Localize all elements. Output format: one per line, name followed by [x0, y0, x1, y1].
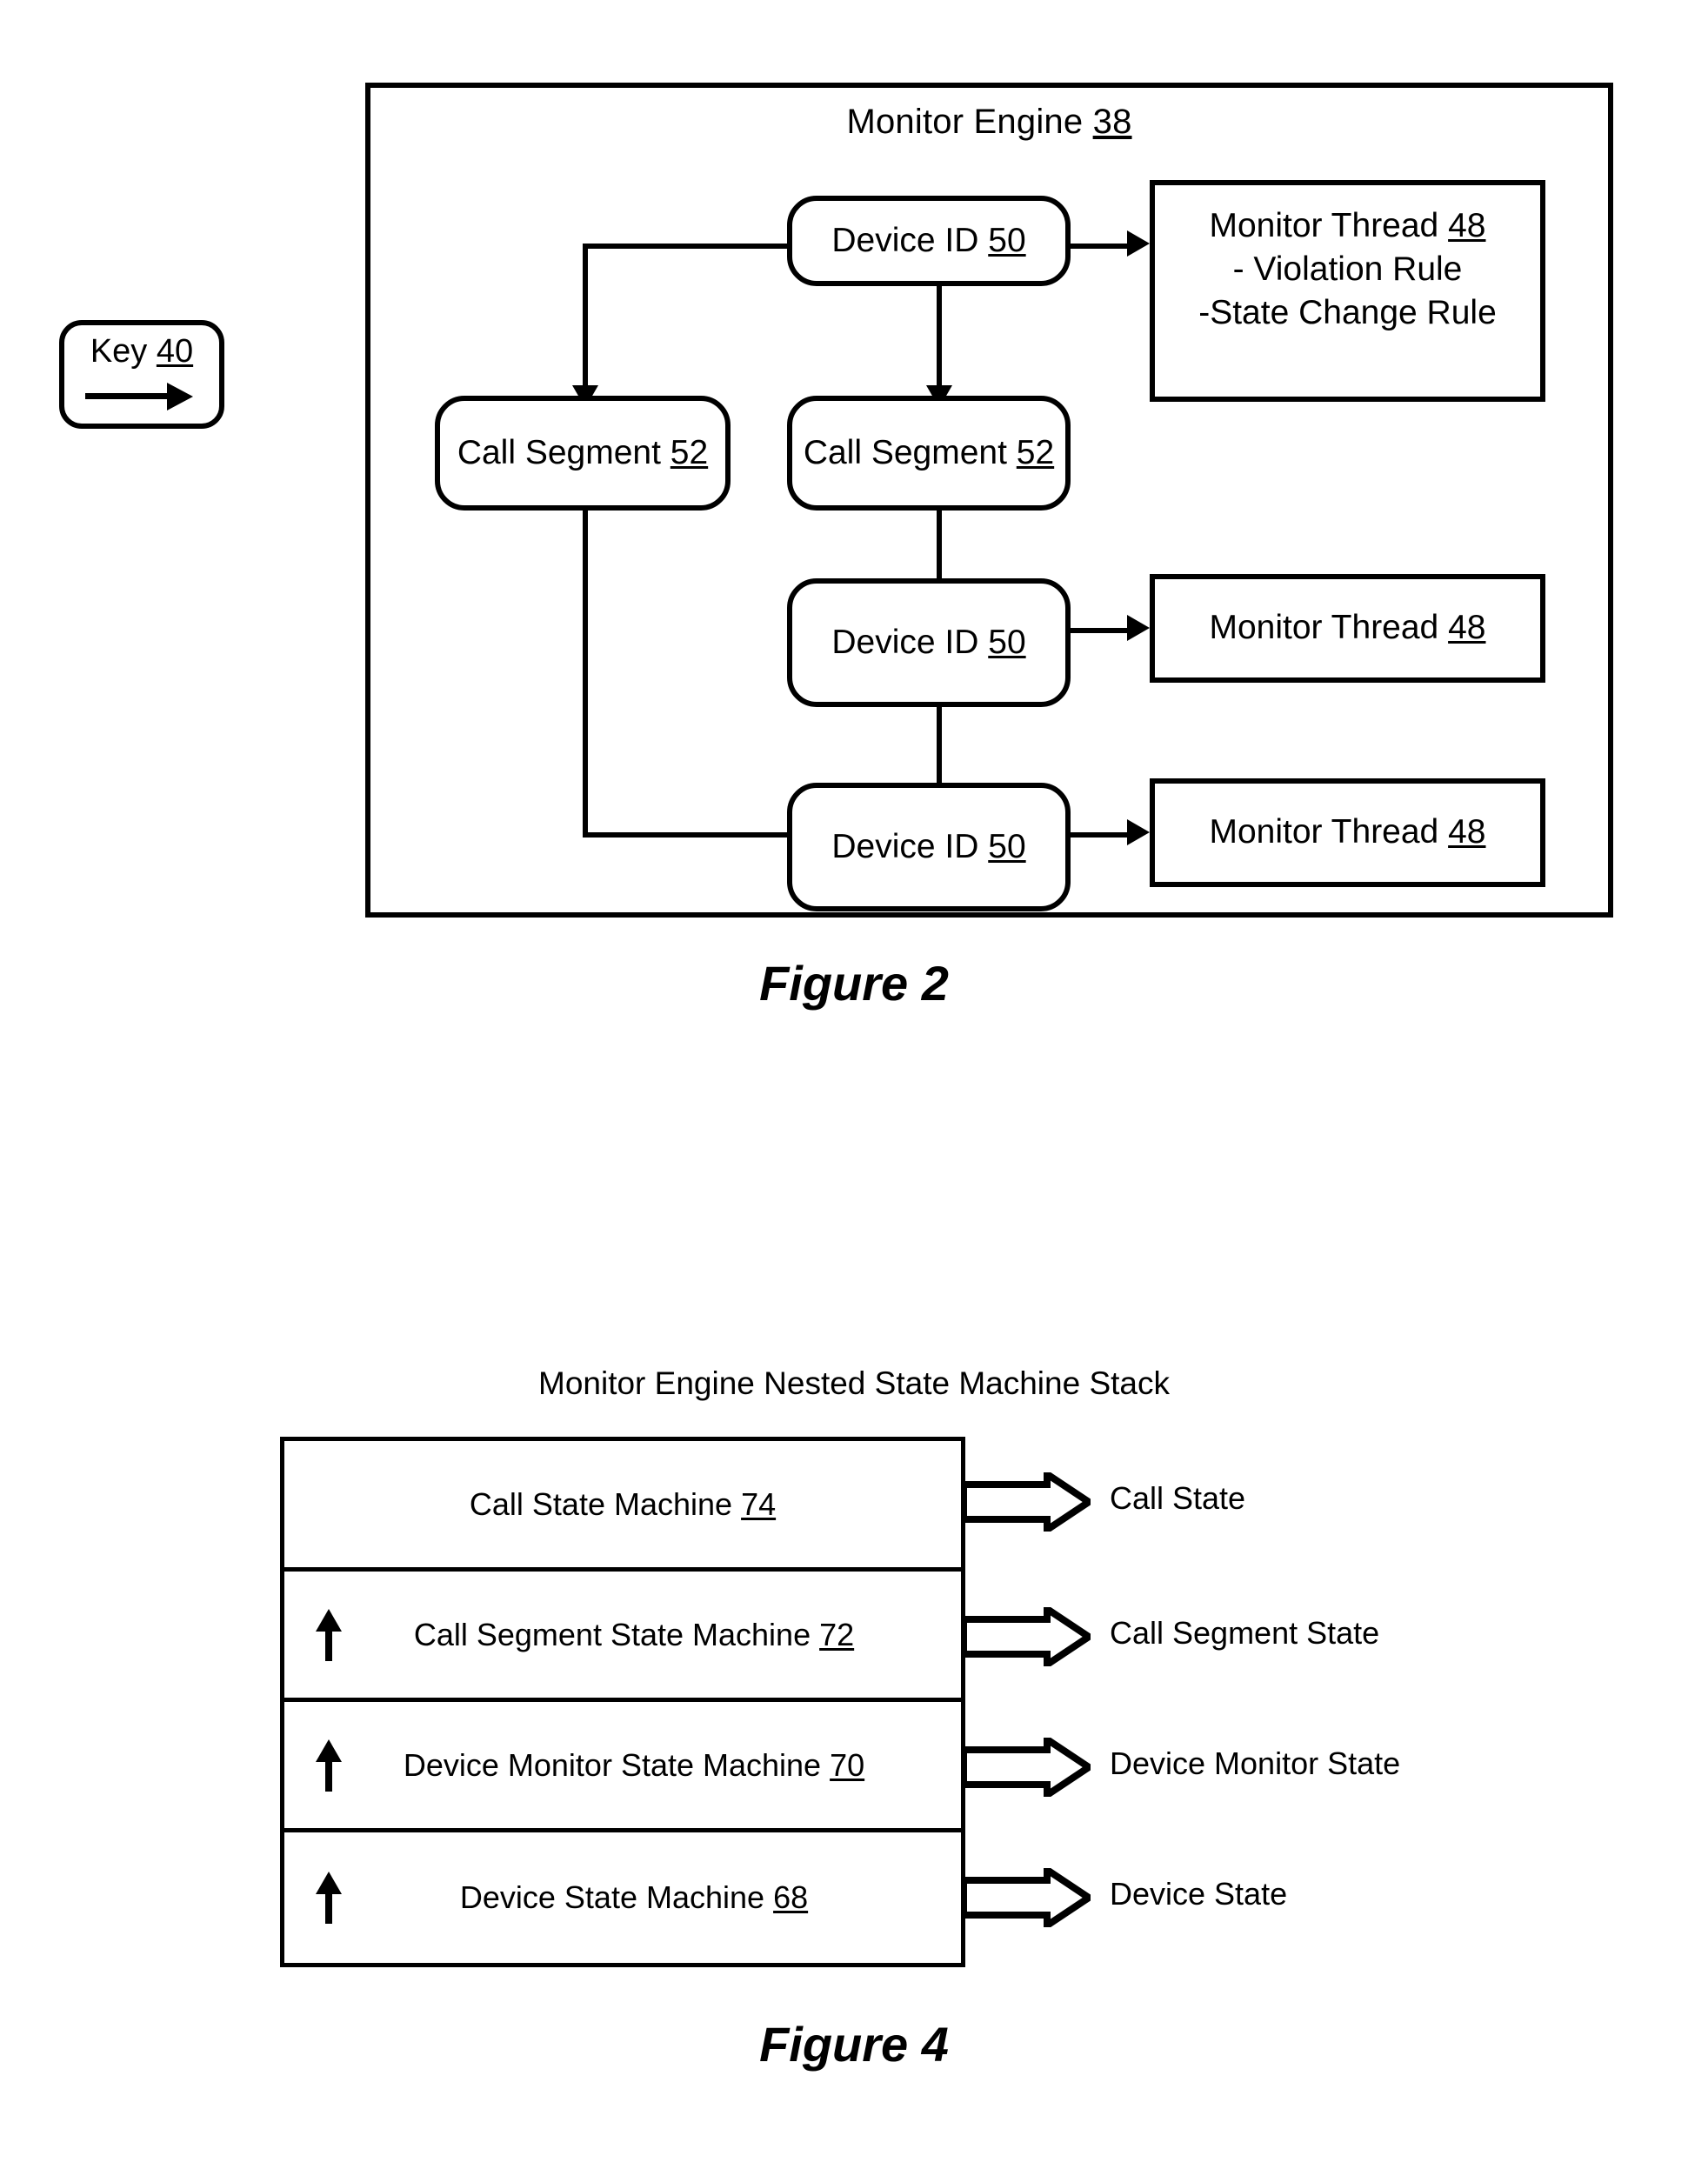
node-monitor-thread-top-ref: 48: [1448, 207, 1486, 244]
arrow-up-icon: [316, 1608, 342, 1661]
connector-devicemid-to-threadmid-line: [1068, 628, 1131, 633]
node-monitor-thread-mid-ref: 48: [1448, 609, 1486, 647]
block-arrow-right-icon-device-state: [964, 1868, 1091, 1927]
stack-row-2-text: Device Monitor State Machine: [403, 1746, 822, 1783]
node-device-id-bottom-text: Device ID: [831, 827, 979, 865]
stack-row-call-segment-state-machine-label: Call Segment State Machine 72: [284, 1617, 961, 1653]
node-monitor-thread-top-rule-2: -State Change Rule: [1198, 293, 1497, 331]
node-device-id-bottom[interactable]: Device ID 50: [787, 783, 1071, 911]
stack-row-device-state-machine[interactable]: Device State Machine 68: [284, 1832, 961, 1963]
monitor-engine-title: Monitor Engine 38: [365, 103, 1613, 142]
figure-2: Key 40 Monitor Engine 38 Device ID 50 Mo…: [0, 0, 1708, 1070]
node-call-segment-center-text: Call Segment: [803, 433, 1007, 471]
node-device-id-bottom-ref: 50: [988, 827, 1026, 865]
connector-devicemid-to-threadmid-arrow: [1127, 615, 1150, 641]
stack-row-3-text: Device State Machine: [459, 1879, 765, 1915]
stack-row-call-state-machine[interactable]: Call State Machine 74: [284, 1441, 961, 1572]
arrow-right-icon-head: [167, 383, 193, 410]
monitor-engine-title-ref: 38: [1092, 103, 1132, 141]
node-monitor-thread-top-title: Monitor Thread 48: [1155, 204, 1540, 248]
key-label-ref: 40: [156, 333, 194, 370]
connector-devicetop-to-callsegleft-v: [583, 244, 588, 391]
stack-row-3-ref: 68: [773, 1879, 809, 1915]
figure-4-title: Monitor Engine Nested State Machine Stac…: [538, 1365, 1170, 1401]
key-legend-label: Key 40: [59, 333, 224, 370]
block-arrow-right-icon-call-state: [964, 1472, 1091, 1532]
node-call-segment-center[interactable]: Call Segment 52: [787, 396, 1071, 511]
connector-callsegleft-to-devicebottom-v: [583, 507, 588, 838]
block-arrow-right-icon-device-monitor-state: [964, 1738, 1091, 1797]
output-label-device-state: Device State: [1110, 1876, 1288, 1912]
node-monitor-thread-bottom[interactable]: Monitor Thread 48: [1150, 778, 1545, 887]
node-device-id-top[interactable]: Device ID 50: [787, 196, 1071, 286]
node-device-id-top-ref: 50: [988, 221, 1026, 259]
node-device-id-mid[interactable]: Device ID 50: [787, 578, 1071, 707]
connector-devicemid-to-devicebottom-line: [937, 704, 942, 790]
state-machine-stack-table: Call State Machine 74 Call Segment State…: [280, 1437, 965, 1967]
connector-devicebottom-to-threadbottom-line: [1068, 832, 1131, 838]
node-device-id-top-text: Device ID: [831, 221, 979, 259]
stack-row-call-state-machine-label: Call State Machine 74: [284, 1486, 961, 1523]
output-label-device-monitor-state: Device Monitor State: [1110, 1745, 1401, 1781]
output-label-call-state: Call State: [1110, 1480, 1246, 1516]
stack-row-1-ref: 72: [819, 1616, 855, 1652]
node-monitor-thread-mid-text: Monitor Thread: [1209, 609, 1439, 647]
node-monitor-thread-top[interactable]: Monitor Thread 48 - Violation Rule -Stat…: [1150, 180, 1545, 402]
monitor-engine-title-text: Monitor Engine: [846, 103, 1084, 141]
node-call-segment-left[interactable]: Call Segment 52: [435, 396, 731, 511]
connector-devicetop-to-callsegcenter-line: [937, 283, 942, 392]
connector-devicetop-to-callsegleft-h: [583, 244, 793, 249]
node-monitor-thread-bottom-ref: 48: [1448, 813, 1486, 851]
arrow-up-icon: [316, 1872, 342, 1924]
stack-row-0-text: Call State Machine: [469, 1485, 733, 1522]
arrow-up-icon: [316, 1739, 342, 1792]
node-call-segment-center-ref: 52: [1016, 433, 1055, 471]
connector-callsegleft-to-devicebottom-h: [583, 832, 811, 838]
node-monitor-thread-top-text: Monitor Thread: [1209, 207, 1439, 244]
node-monitor-thread-bottom-text: Monitor Thread: [1209, 813, 1439, 851]
figure-4-caption: Figure 4: [759, 2017, 949, 2072]
connector-devicetop-to-threadtop-line: [1068, 244, 1131, 249]
node-device-id-mid-ref: 50: [988, 623, 1026, 661]
stack-row-call-segment-state-machine[interactable]: Call Segment State Machine 72: [284, 1572, 961, 1702]
block-arrow-right-icon-call-segment-state: [964, 1607, 1091, 1666]
stack-row-2-ref: 70: [830, 1746, 865, 1783]
stack-row-device-state-machine-label: Device State Machine 68: [284, 1879, 961, 1916]
stack-row-device-monitor-state-machine-label: Device Monitor State Machine 70: [284, 1747, 961, 1784]
node-call-segment-left-ref: 52: [670, 433, 709, 471]
arrow-right-icon-shaft: [85, 393, 170, 399]
key-label-text: Key: [90, 333, 148, 370]
output-label-call-segment-state: Call Segment State: [1110, 1615, 1380, 1651]
connector-devicebottom-to-threadbottom-arrow: [1127, 819, 1150, 845]
stack-row-1-text: Call Segment State Machine: [413, 1616, 811, 1652]
stack-row-device-monitor-state-machine[interactable]: Device Monitor State Machine 70: [284, 1702, 961, 1832]
connector-devicetop-to-threadtop-arrow: [1127, 230, 1150, 257]
stack-row-0-ref: 74: [741, 1485, 777, 1522]
node-monitor-thread-mid[interactable]: Monitor Thread 48: [1150, 574, 1545, 683]
node-device-id-mid-text: Device ID: [831, 623, 979, 661]
node-call-segment-left-text: Call Segment: [457, 433, 661, 471]
node-monitor-thread-top-rule-1: - Violation Rule: [1232, 250, 1463, 288]
figure-2-caption: Figure 2: [759, 956, 949, 1011]
